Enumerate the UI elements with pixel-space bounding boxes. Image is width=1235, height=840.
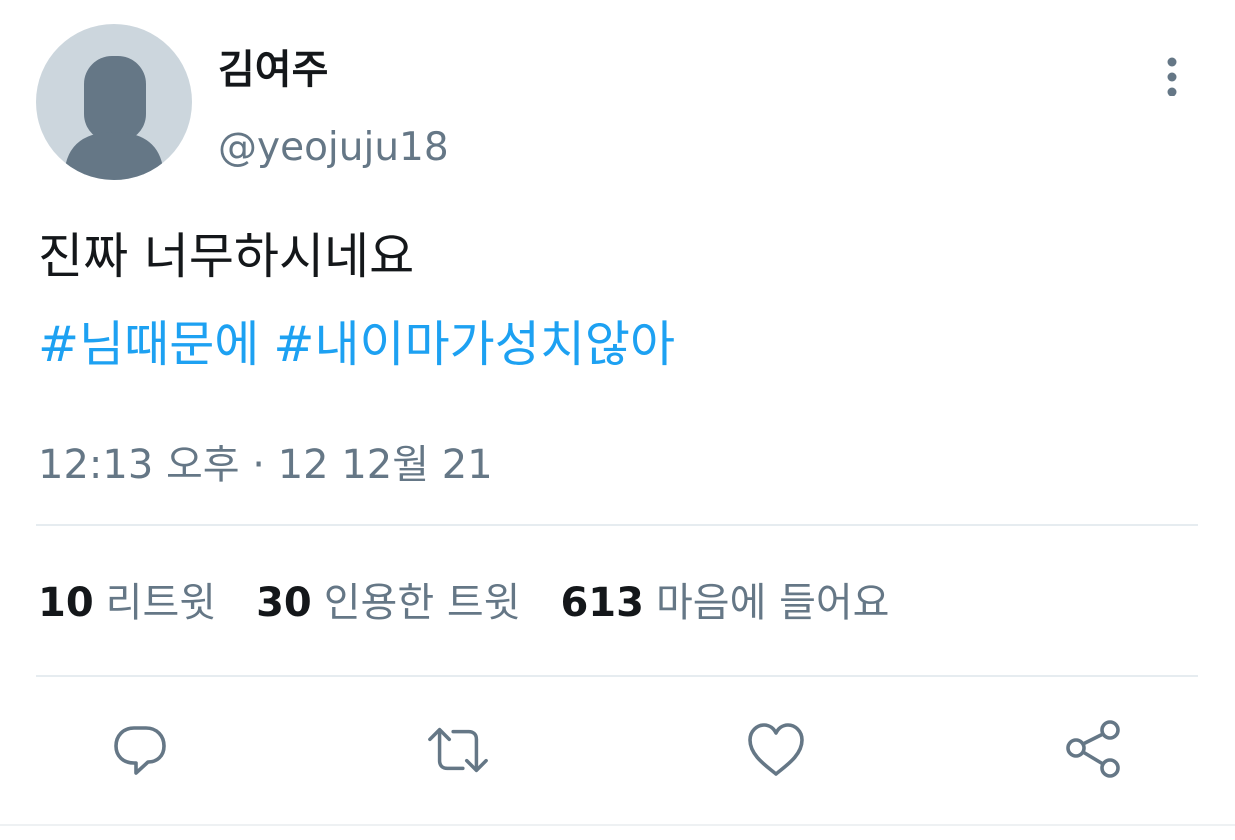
like-button[interactable]: [744, 718, 808, 782]
bottom-divider: [0, 824, 1235, 826]
stat-count: 10: [38, 580, 94, 626]
quote-tweet-count[interactable]: 30 인용한 트윗: [256, 574, 520, 632]
share-button[interactable]: [1062, 718, 1126, 782]
stat-label: 인용한 트윗: [323, 580, 521, 626]
retweet-button[interactable]: [426, 718, 490, 782]
heart-icon: [748, 723, 804, 776]
display-name[interactable]: 김여주: [218, 40, 328, 100]
reply-button[interactable]: [108, 718, 172, 782]
stat-label: 마음에 들어요: [655, 580, 890, 626]
default-avatar-icon: [64, 56, 164, 180]
hashtag-link[interactable]: #님때문에: [38, 316, 259, 373]
hashtag-link[interactable]: #내이마가성치않아: [273, 316, 675, 373]
divider: [36, 675, 1198, 677]
stat-count: 613: [560, 580, 644, 626]
more-options-button[interactable]: [1150, 52, 1194, 100]
retweet-count[interactable]: 10 리트윗: [38, 574, 216, 632]
stat-label: 리트윗: [105, 580, 217, 626]
tweet-text: 진짜 너무하시네요: [38, 228, 415, 285]
tweet-timestamp[interactable]: 12:13 오후 · 12 12월 21: [38, 436, 493, 494]
share-icon: [1066, 720, 1120, 778]
stat-count: 30: [256, 580, 312, 626]
reply-icon: [114, 726, 166, 775]
like-count[interactable]: 613 마음에 들어요: [560, 574, 889, 632]
more-vertical-icon: [1167, 57, 1177, 96]
user-handle[interactable]: @yeojuju18: [218, 118, 449, 178]
avatar[interactable]: [36, 24, 192, 180]
divider: [36, 524, 1198, 526]
hashtag-list: #님때문에 #내이마가성치않아: [38, 310, 689, 380]
retweet-icon: [428, 727, 488, 773]
tweet-stats: 10 리트윗 30 인용한 트윗 613 마음에 들어요: [38, 574, 929, 632]
